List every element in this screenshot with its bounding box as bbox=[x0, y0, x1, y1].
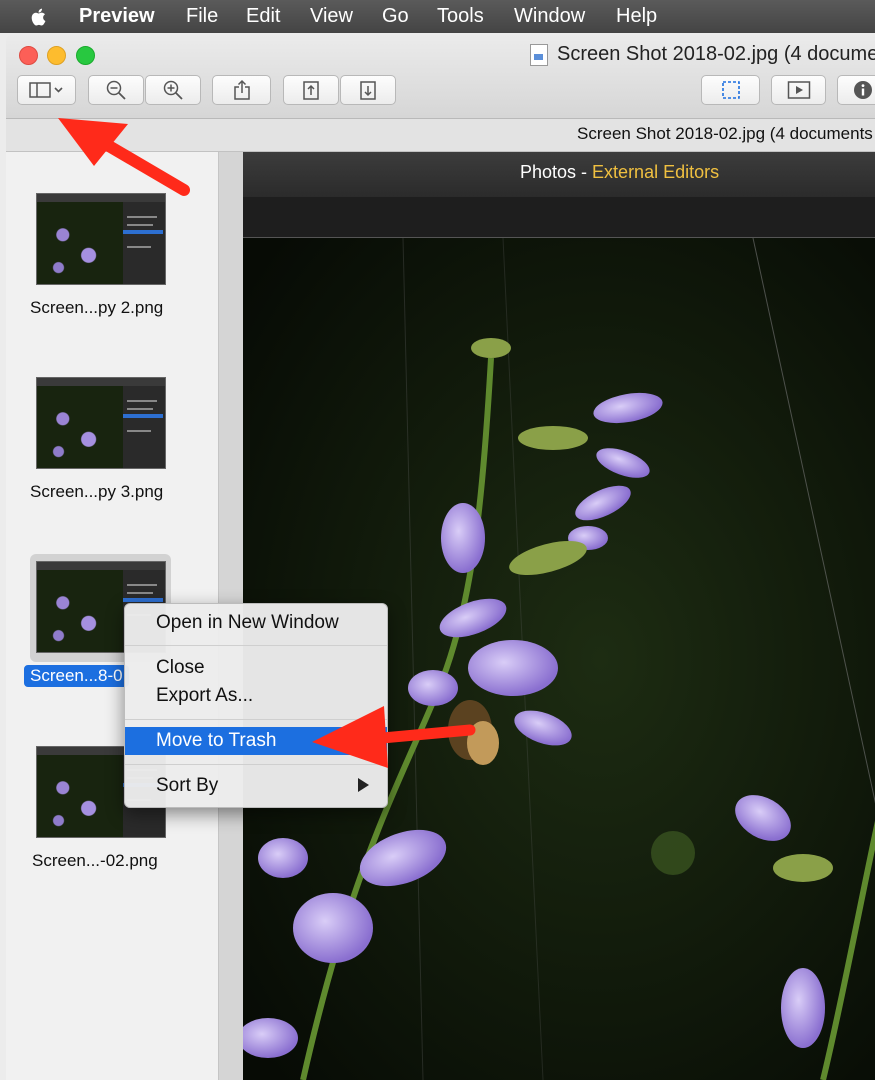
zoom-window-button[interactable] bbox=[76, 46, 95, 65]
thumbnail-3-label[interactable]: Screen...8-0 bbox=[24, 665, 129, 687]
document-strip bbox=[243, 197, 875, 238]
menu-separator bbox=[125, 645, 387, 646]
slideshow-button[interactable] bbox=[771, 75, 826, 105]
menu-item-label: Move to Trash bbox=[156, 730, 277, 751]
menu-item-close[interactable]: Close bbox=[125, 654, 387, 682]
menu-item-sort-by[interactable]: Sort By bbox=[125, 772, 387, 800]
header-title-text: Photos bbox=[520, 162, 577, 182]
apple-icon[interactable] bbox=[28, 6, 50, 28]
rotate-right-button[interactable] bbox=[340, 75, 396, 105]
document-header-title: Photos - External Editors bbox=[520, 162, 719, 183]
selection-icon bbox=[721, 81, 740, 99]
menu-item-label: Open in New Window bbox=[156, 612, 339, 633]
submenu-arrow-icon bbox=[358, 778, 369, 792]
rotate-right-icon bbox=[360, 81, 376, 100]
window-title: Screen Shot 2018-02.jpg (4 docume bbox=[557, 43, 875, 65]
menu-item-label: Export As... bbox=[156, 685, 254, 706]
slideshow-icon bbox=[787, 81, 810, 99]
thumbnail-1-label[interactable]: Screen...py 2.png bbox=[30, 298, 163, 318]
menu-app-name[interactable]: Preview bbox=[79, 5, 155, 28]
menu-item-label: Close bbox=[156, 657, 205, 678]
zoom-in-button[interactable] bbox=[145, 75, 201, 105]
header-accent-text: External Editors bbox=[592, 162, 720, 182]
sidebar-icon bbox=[28, 82, 63, 98]
menu-bar: Preview File Edit View Go Tools Window H… bbox=[0, 0, 875, 33]
menu-go[interactable]: Go bbox=[382, 5, 409, 28]
rotate-left-icon bbox=[303, 81, 319, 100]
document-icon bbox=[530, 44, 548, 66]
close-window-button[interactable] bbox=[19, 46, 38, 65]
info-button[interactable] bbox=[837, 75, 875, 105]
info-icon bbox=[854, 81, 872, 99]
share-icon bbox=[233, 79, 250, 100]
zoom-out-button[interactable] bbox=[88, 75, 144, 105]
menu-item-label: Sort By bbox=[156, 775, 219, 796]
title-bar: Screen Shot 2018-02.jpg (4 docume bbox=[6, 35, 875, 119]
document-header: Photos - External Editors bbox=[243, 152, 875, 197]
zoom-in-icon bbox=[163, 80, 183, 100]
annotation-arrow-trash bbox=[312, 706, 476, 768]
sidebar-toggle-button[interactable] bbox=[17, 75, 76, 105]
thumbnail-1[interactable] bbox=[36, 193, 166, 285]
thumbnail-2-label[interactable]: Screen...py 3.png bbox=[30, 482, 163, 502]
thumbnail-2[interactable] bbox=[36, 377, 166, 469]
menu-view[interactable]: View bbox=[310, 5, 353, 28]
menu-window[interactable]: Window bbox=[514, 5, 585, 28]
document-subtitle: Screen Shot 2018-02.jpg (4 documents bbox=[577, 124, 873, 143]
zoom-out-icon bbox=[106, 80, 126, 100]
selection-button[interactable] bbox=[701, 75, 760, 105]
thumbnail-4-label[interactable]: Screen...-02.png bbox=[32, 851, 158, 871]
header-separator: - bbox=[576, 162, 593, 182]
minimize-window-button[interactable] bbox=[47, 46, 66, 65]
menu-item-open-in-new-window[interactable]: Open in New Window bbox=[125, 609, 387, 637]
rotate-left-button[interactable] bbox=[283, 75, 339, 105]
menu-file[interactable]: File bbox=[186, 5, 218, 28]
annotation-arrow-sidebar bbox=[58, 118, 190, 196]
share-button[interactable] bbox=[212, 75, 271, 105]
menu-edit[interactable]: Edit bbox=[246, 5, 280, 28]
menu-tools[interactable]: Tools bbox=[437, 5, 484, 28]
menu-help[interactable]: Help bbox=[616, 5, 657, 28]
